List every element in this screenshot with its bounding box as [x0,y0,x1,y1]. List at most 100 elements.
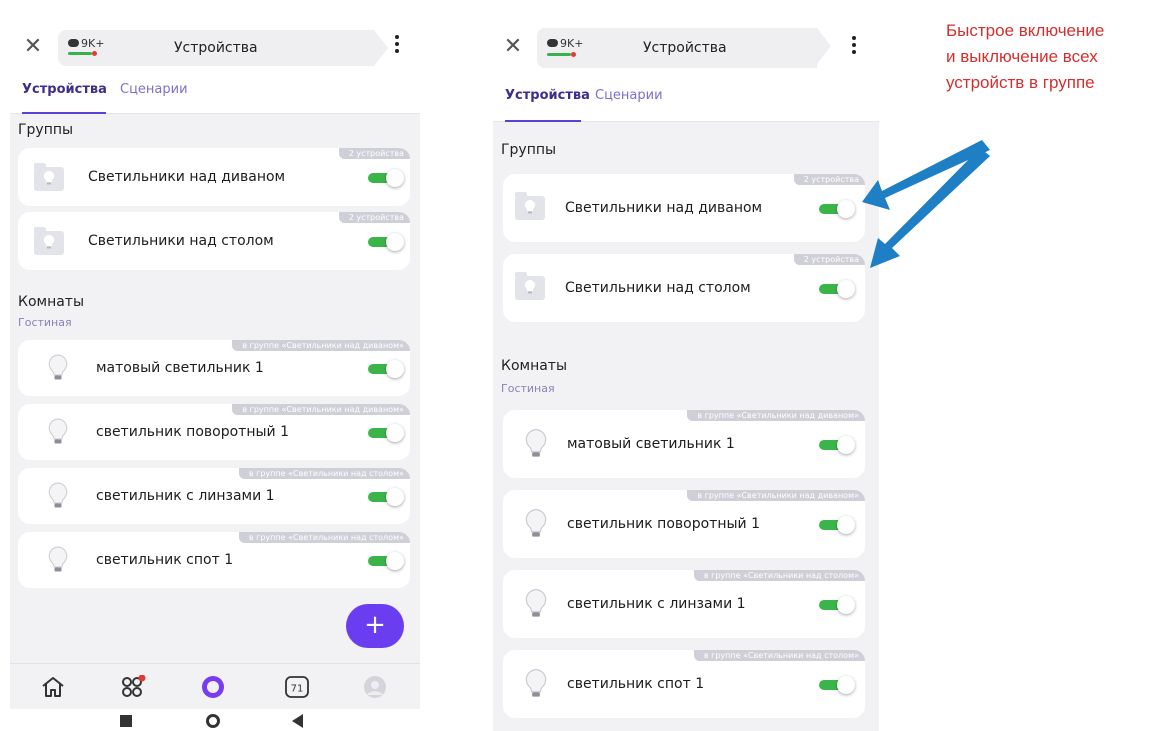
title-pill[interactable]: 9K+ Устройства [58,30,388,66]
page-title: Устройства [643,40,727,56]
group-card[interactable]: 2 устройства Светильники над столом [503,254,865,322]
device-card[interactable]: в группе «Светильники над столом» светил… [503,650,865,718]
rooms-section-title: Комнаты [501,358,568,374]
chat-counter[interactable]: 9K+ [68,37,104,50]
group-membership-badge: в группе «Светильники над диваном» [687,410,865,421]
close-icon[interactable]: ✕ [503,36,523,58]
device-label: светильник спот 1 [567,676,705,692]
annotation-line: Быстрое включение [946,21,1105,40]
chat-counter[interactable]: 9K+ [547,37,583,50]
tab-scenarios[interactable]: Сценарии [595,88,663,103]
light-bulb-icon [525,508,547,544]
group-label: Светильники над диваном [88,169,286,185]
light-bulb-icon [525,668,547,704]
groups-section-title: Группы [18,122,74,138]
annotation-line: и выключение всех [946,47,1098,66]
svg-text:71: 71 [291,684,304,695]
notification-dot [571,52,576,57]
device-toggle[interactable] [819,596,855,614]
group-membership-badge: в группе «Светильники над столом» [693,650,865,661]
close-icon[interactable]: ✕ [23,36,43,58]
tab-devices[interactable]: Устройства [505,88,590,103]
device-toggle[interactable] [819,436,855,454]
group-toggle[interactable] [368,169,404,187]
device-label: светильник спот 1 [96,552,234,568]
tab-bar: Устройства Сценарии [10,76,420,114]
group-membership-badge: в группе «Светильники над столом» [693,570,865,581]
alice-assistant-icon[interactable] [200,675,226,699]
group-toggle[interactable] [819,280,855,298]
group-card[interactable]: 2 устройства Светильники над столом [18,212,410,270]
group-label: Светильники над столом [565,280,751,296]
more-menu-icon[interactable] [851,36,857,60]
folder-bulb-icon [515,272,545,300]
recents-square-icon[interactable] [120,715,132,727]
device-card[interactable]: в группе «Светильники над столом» светил… [18,532,410,588]
group-membership-badge: в группе «Светильники над диваном» [232,404,410,415]
device-label: матовый светильник 1 [96,360,264,376]
groups-section-title: Группы [501,142,557,158]
arrow-to-group-1 [862,140,990,210]
group-label: Светильники над столом [88,233,274,249]
title-pill[interactable]: 9K+ Устройства [537,28,831,68]
device-label: светильник поворотный 1 [567,516,760,532]
top-bar: ✕ 9K+ Устройства [10,22,420,76]
device-toggle[interactable] [819,516,855,534]
phone-screenshot-left: ✕ 9K+ Устройства Устройства Сценарии Гру… [10,22,420,731]
device-label: светильник поворотный 1 [96,424,289,440]
group-toggle[interactable] [368,233,404,251]
calendar-icon[interactable]: 71 [284,675,310,699]
back-triangle-icon[interactable] [292,714,303,728]
group-membership-badge: в группе «Светильники над столом» [238,532,410,543]
light-bulb-icon [48,354,68,386]
active-tab-underline [505,120,581,122]
add-device-button[interactable]: + [346,604,404,648]
light-bulb-icon [48,546,68,578]
group-membership-badge: в группе «Светильники над столом» [238,468,410,479]
group-card[interactable]: 2 устройства Светильники над диваном [503,174,865,242]
home-icon[interactable] [40,675,66,699]
tab-scenarios[interactable]: Сценарии [120,82,188,97]
annotation-line: устройств в группе [946,73,1095,92]
more-menu-icon[interactable] [394,35,400,59]
device-label: матовый светильник 1 [567,436,735,452]
annotation-callout: Быстрое включение и выключение всех устр… [946,18,1174,96]
light-bulb-icon [48,418,68,450]
device-card[interactable]: в группе «Светильники над диваном» матов… [503,410,865,478]
home-circle-icon[interactable] [206,714,220,728]
device-card[interactable]: в группе «Светильники над столом» светил… [503,570,865,638]
device-count-badge: 2 устройства [338,148,410,159]
group-label: Светильники над диваном [565,200,763,216]
services-grid-icon[interactable] [120,674,146,699]
profile-avatar-icon[interactable] [362,675,388,699]
device-card[interactable]: в группе «Светильники над столом» светил… [18,468,410,524]
status-bar-indicator [68,52,92,55]
light-bulb-icon [525,588,547,624]
device-card[interactable]: в группе «Светильники над диваном» свети… [18,404,410,460]
page-title: Устройства [174,40,258,56]
top-bar: ✕ 9K+ Устройства [493,18,879,80]
group-membership-badge: в группе «Светильники над диваном» [232,340,410,351]
device-card[interactable]: в группе «Светильники над диваном» матов… [18,340,410,396]
notification-dot [92,51,97,56]
device-toggle[interactable] [368,424,404,442]
active-tab-underline [22,112,106,114]
phone-screenshot-right: ✕ 9K+ Устройства Устройства Сценарии Гру… [493,18,879,731]
chat-bubble-icon [68,39,79,47]
group-card[interactable]: 2 устройства Светильники над диваном [18,148,410,206]
device-card[interactable]: в группе «Светильники над диваном» свети… [503,490,865,558]
light-bulb-icon [525,428,547,464]
tab-devices[interactable]: Устройства [22,82,107,97]
device-toggle[interactable] [368,552,404,570]
folder-bulb-icon [34,163,64,191]
device-label: светильник с линзами 1 [567,596,746,612]
room-name: Гостиная [501,382,555,395]
device-toggle[interactable] [368,488,404,506]
rooms-section-title: Комнаты [18,294,85,310]
device-toggle[interactable] [368,360,404,378]
device-toggle[interactable] [819,676,855,694]
android-system-bar [10,709,420,731]
tab-bar: Устройства Сценарии [493,80,879,122]
bottom-navigation: 71 [10,663,420,709]
group-membership-badge: в группе «Светильники над диваном» [687,490,865,501]
